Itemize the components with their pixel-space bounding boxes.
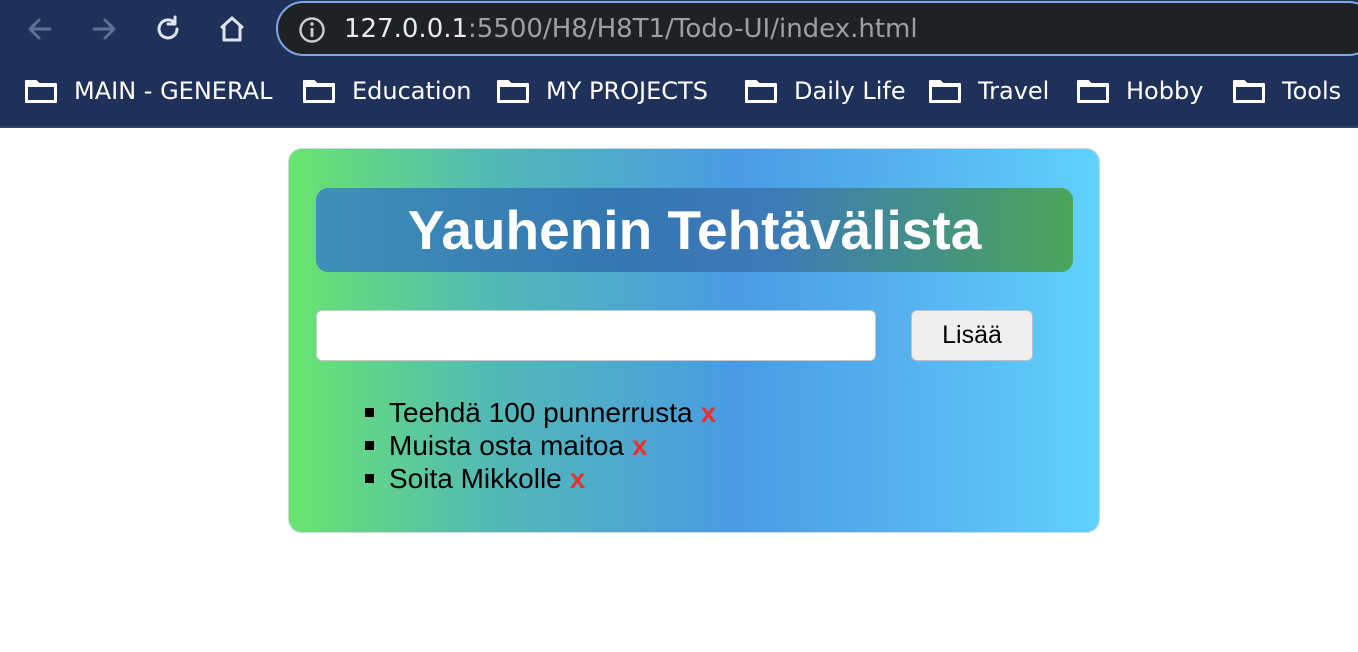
folder-icon <box>928 78 962 104</box>
page-title: Yauhenin Tehtävälista <box>407 199 982 261</box>
url-host: 127.0.0.1 <box>344 14 469 44</box>
list-item: Teehdä 100 punnerrusta x <box>365 396 716 429</box>
list-item: Soita Mikkolle x <box>365 462 716 495</box>
folder-icon <box>302 78 336 104</box>
bullet-icon <box>365 474 374 483</box>
todo-text: Teehdä 100 punnerrusta <box>389 396 693 428</box>
bullet-icon <box>365 408 374 417</box>
list-item: Muista osta maitoa x <box>365 429 716 462</box>
bookmark-travel[interactable]: Travel <box>928 76 1049 106</box>
home-icon <box>219 16 245 42</box>
bookmark-label: Travel <box>978 77 1050 105</box>
folder-icon <box>496 78 530 104</box>
todo-list: Teehdä 100 punnerrusta x Muista osta mai… <box>365 396 716 495</box>
reload-icon <box>157 15 179 40</box>
delete-button[interactable]: x <box>570 463 586 495</box>
back-arrow-icon <box>28 18 52 40</box>
folder-icon <box>1076 78 1110 104</box>
bookmark-label: Hobby <box>1126 77 1204 105</box>
bookmark-hobby[interactable]: Hobby <box>1076 76 1203 106</box>
address-bar[interactable]: 127.0.0.1:5500/H8/H8T1/Todo-UI/index.htm… <box>276 1 1358 56</box>
bullet-icon <box>365 441 374 450</box>
bookmark-tools[interactable]: Tools <box>1232 76 1341 106</box>
forward-arrow-icon <box>92 18 116 40</box>
bookmarks-bar: MAIN - GENERAL Education MY PROJECTS Dai… <box>0 58 1358 128</box>
bookmark-label: MAIN - GENERAL <box>74 77 273 105</box>
folder-icon <box>1232 78 1266 104</box>
bookmark-label: Daily Life <box>794 77 906 105</box>
back-button[interactable] <box>23 12 57 46</box>
bookmark-education[interactable]: Education <box>302 76 471 106</box>
add-button[interactable]: Lisää <box>911 310 1033 361</box>
reload-button[interactable] <box>151 12 185 46</box>
delete-button[interactable]: x <box>632 430 648 462</box>
todo-text: Muista osta maitoa <box>389 429 624 461</box>
url-path: :5500/H8/H8T1/Todo-UI/index.html <box>468 14 918 44</box>
todo-card: Yauhenin Tehtävälista Lisää Teehdä 100 p… <box>288 148 1100 533</box>
bookmark-daily-life[interactable]: Daily Life <box>744 76 906 106</box>
folder-icon <box>24 78 58 104</box>
address-url: 127.0.0.1:5500/H8/H8T1/Todo-UI/index.htm… <box>344 14 918 44</box>
delete-button[interactable]: x <box>701 397 717 429</box>
todo-text: Soita Mikkolle <box>389 462 562 494</box>
bookmark-my-projects[interactable]: MY PROJECTS <box>496 76 708 106</box>
bookmark-main-general[interactable]: MAIN - GENERAL <box>24 76 272 106</box>
title-banner: Yauhenin Tehtävälista <box>316 188 1073 272</box>
browser-toolbar: 127.0.0.1:5500/H8/H8T1/Todo-UI/index.htm… <box>0 0 1358 58</box>
home-button[interactable] <box>215 12 249 46</box>
bookmark-label: Tools <box>1282 77 1342 105</box>
todo-input[interactable] <box>316 310 876 361</box>
bookmark-label: MY PROJECTS <box>546 77 708 105</box>
info-icon[interactable] <box>298 16 326 49</box>
forward-button[interactable] <box>87 12 121 46</box>
bookmark-label: Education <box>352 77 472 105</box>
folder-icon <box>744 78 778 104</box>
